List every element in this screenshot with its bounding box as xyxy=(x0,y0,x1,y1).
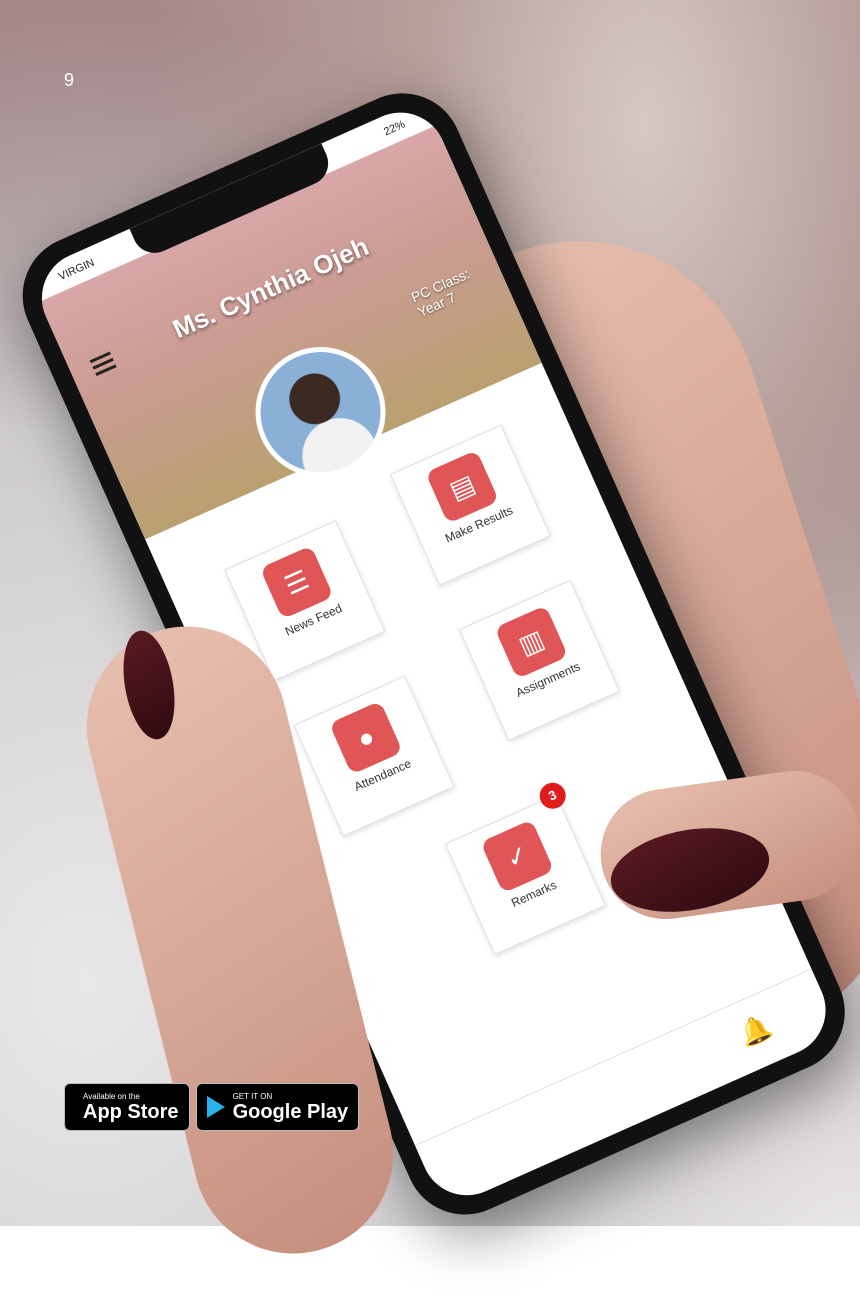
page-number: 9 xyxy=(64,70,75,90)
pc-class: PC Class: Year 7 xyxy=(409,265,479,320)
make-results-tile[interactable]: ▤ Make Results xyxy=(389,424,551,586)
google-play-big-text: Google Play xyxy=(232,1100,349,1123)
bell-icon[interactable]: 🔔 xyxy=(735,1010,777,1051)
play-icon xyxy=(206,1096,225,1118)
remarks-tile[interactable]: ✓ Remarks 3 xyxy=(444,778,606,956)
store-badges: Available on the App Store GET IT ON Goo… xyxy=(64,1083,360,1131)
app-store-big-text: App Store xyxy=(83,1100,179,1123)
app-store-small-text: Available on the xyxy=(83,1091,140,1101)
battery-label: 22% xyxy=(382,118,408,139)
google-play-small-text: GET IT ON xyxy=(232,1091,273,1101)
app-store-badge[interactable]: Available on the App Store xyxy=(64,1083,190,1131)
google-play-badge[interactable]: GET IT ON Google Play xyxy=(195,1083,360,1131)
assignments-tile[interactable]: ▥ Assignments xyxy=(458,579,621,741)
notification-badge: 3 xyxy=(535,778,570,813)
attendance-tile[interactable]: ● Attendance xyxy=(293,675,455,837)
